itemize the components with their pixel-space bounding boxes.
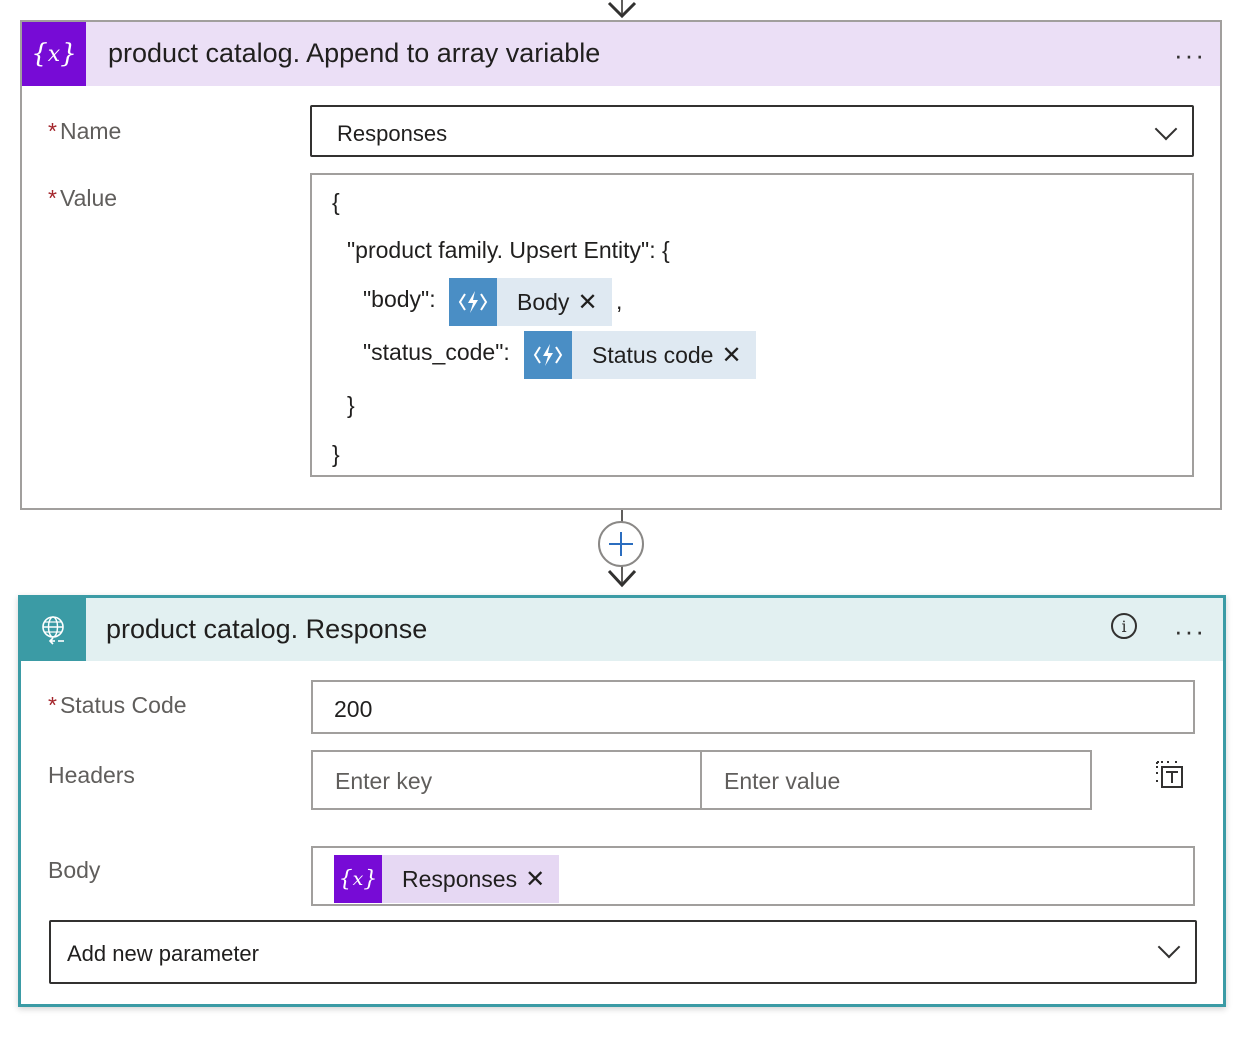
append-to-array-card: {x} product catalog. Append to array var… xyxy=(20,20,1222,510)
code-outer-close: } xyxy=(332,441,340,467)
add-step-button[interactable] xyxy=(598,521,644,567)
header-key-input[interactable]: Enter key xyxy=(311,750,702,810)
name-select[interactable]: Responses xyxy=(310,105,1194,157)
remove-token-button[interactable]: ✕ xyxy=(525,865,559,894)
required-marker: * xyxy=(48,185,57,211)
card-header[interactable]: product catalog. Response i ··· xyxy=(21,598,1223,661)
status-code-input[interactable]: 200 xyxy=(311,680,1195,734)
required-marker: * xyxy=(48,692,57,718)
azure-function-icon xyxy=(449,278,497,326)
name-label-text: Name xyxy=(59,118,122,144)
card-title: product catalog. Append to array variabl… xyxy=(108,38,601,68)
body-label: Body xyxy=(48,857,101,883)
arrow-down-icon xyxy=(607,1,637,19)
code-comma: , xyxy=(616,288,623,314)
status-code-token[interactable]: Status code ✕ xyxy=(524,331,756,379)
code-inner-close: } xyxy=(347,392,355,418)
card-title: product catalog. Response xyxy=(106,614,428,644)
code-open-brace: { xyxy=(332,189,340,215)
header-key-placeholder: Enter key xyxy=(335,768,433,794)
body-input[interactable]: {x} Responses ✕ xyxy=(311,846,1195,906)
value-label-text: Value xyxy=(59,185,118,211)
remove-token-button[interactable]: ✕ xyxy=(577,288,611,317)
value-label: * Value xyxy=(48,185,117,212)
header-value-placeholder: Enter value xyxy=(724,768,841,794)
responses-token[interactable]: {x} Responses ✕ xyxy=(334,855,560,903)
variable-icon: {x} xyxy=(22,22,86,86)
more-options-button[interactable]: ··· xyxy=(1174,40,1206,71)
status-code-value: 200 xyxy=(334,696,373,722)
body-token-label: Body xyxy=(517,288,570,315)
value-editor[interactable]: { "product family. Upsert Entity": { "bo… xyxy=(310,173,1194,477)
remove-token-button[interactable]: ✕ xyxy=(721,341,755,370)
status-code-label: * Status Code xyxy=(48,692,187,719)
name-select-value: Responses xyxy=(337,121,448,146)
add-new-parameter-dropdown[interactable]: Add new parameter xyxy=(49,920,1197,984)
variable-icon: {x} xyxy=(334,855,382,903)
required-marker: * xyxy=(48,118,57,144)
response-card: product catalog. Response i ··· * Status … xyxy=(18,595,1226,1007)
more-options-button[interactable]: ··· xyxy=(1174,616,1206,647)
status-code-label-text: Status Code xyxy=(59,692,187,718)
plus-icon xyxy=(609,532,633,556)
body-token[interactable]: Body ✕ xyxy=(449,278,612,326)
code-entity-key: "product family. Upsert Entity": { xyxy=(347,237,670,263)
arrow-down-icon xyxy=(607,569,637,588)
status-code-token-label: Status code xyxy=(592,341,714,368)
name-label: * Name xyxy=(48,118,121,145)
header-value-input[interactable]: Enter value xyxy=(700,750,1092,810)
azure-function-icon xyxy=(524,331,572,379)
chevron-down-icon xyxy=(1157,935,1181,959)
globe-response-icon xyxy=(21,598,86,661)
code-status-key: "status_code": xyxy=(363,339,510,365)
switch-text-mode-icon[interactable] xyxy=(1155,760,1185,790)
info-icon[interactable]: i xyxy=(1111,613,1137,639)
add-new-parameter-label: Add new parameter xyxy=(67,941,259,966)
responses-token-label: Responses xyxy=(402,865,518,892)
card-header[interactable]: {x} product catalog. Append to array var… xyxy=(22,22,1220,86)
chevron-down-icon xyxy=(1154,117,1178,141)
headers-label: Headers xyxy=(48,762,135,788)
code-body-key: "body": xyxy=(363,286,436,312)
